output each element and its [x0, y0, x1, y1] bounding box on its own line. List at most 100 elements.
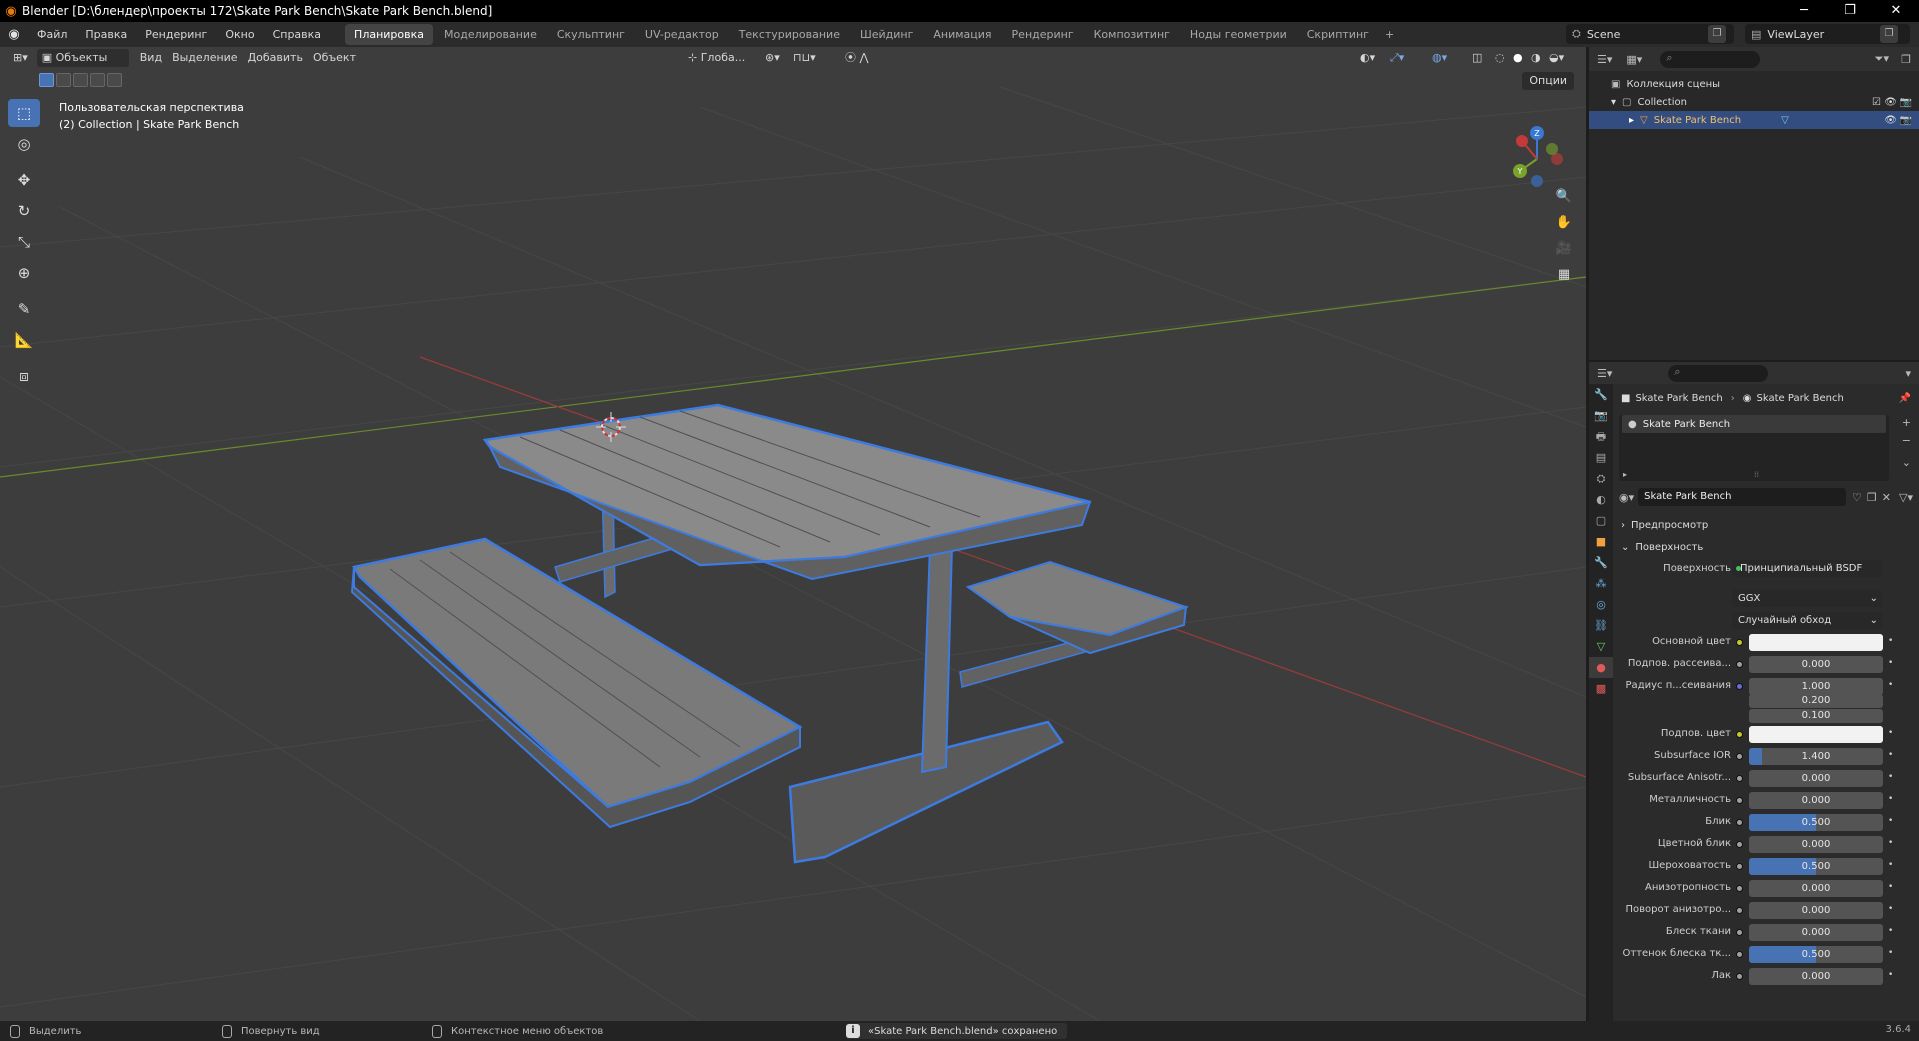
rendered-shading-icon[interactable]: ◒▾ [1544, 49, 1569, 67]
keyframe-dot-icon[interactable]: • [1888, 794, 1893, 804]
workspace-tab-geometry-nodes[interactable]: Ноды геометрии [1181, 24, 1296, 45]
socket-dot-icon[interactable] [1736, 885, 1743, 892]
expand-object-icon[interactable]: ▸ [1629, 115, 1634, 126]
new-collection-icon[interactable]: ❐ [1901, 53, 1911, 66]
workspace-tab-uv[interactable]: UV-редактор [636, 24, 728, 45]
display-mode-icon[interactable]: ▦▾ [1626, 53, 1642, 66]
subsurface-method-dropdown[interactable]: Случайный обход ⌄ [1732, 612, 1882, 629]
outliner-search-input[interactable]: ⌕ [1660, 50, 1761, 68]
minimize-button[interactable]: ─ [1781, 0, 1827, 22]
list-resize-grip-icon[interactable]: ⁞⁞ [1754, 470, 1759, 479]
properties-editor-type-icon[interactable]: ☰▾ [1597, 367, 1612, 380]
close-button[interactable]: ✕ [1873, 0, 1919, 22]
transform-tool-icon[interactable]: ⊕ [8, 259, 40, 287]
outliner-editor-type-icon[interactable]: ☰▾ [1597, 53, 1612, 66]
value-slider[interactable]: 0.000 [1749, 924, 1883, 941]
transform-orientation-dropdown[interactable]: ⊹ Глоба... [683, 49, 750, 67]
workspace-tab-modeling[interactable]: Моделирование [435, 24, 546, 45]
keyframe-dot-icon[interactable]: • [1888, 680, 1893, 690]
menu-select[interactable]: Выделение [167, 49, 243, 67]
exclude-checkbox-icon[interactable]: ☑ [1872, 97, 1881, 108]
keyframe-dot-icon[interactable]: • [1888, 838, 1893, 848]
cursor-tool-icon[interactable]: ◎ [8, 130, 40, 158]
select-new-mode-icon[interactable] [39, 73, 54, 87]
select-invert-mode-icon[interactable] [90, 73, 105, 87]
snap-icon[interactable]: ⊓⊔▾ [788, 49, 821, 67]
wireframe-shading-icon[interactable]: ◌ [1490, 49, 1510, 67]
value-slider[interactable]: 0.000 [1749, 770, 1883, 787]
keyframe-dot-icon[interactable]: • [1888, 926, 1893, 936]
fake-user-icon[interactable]: ♡ [1852, 491, 1862, 504]
collection-tab-icon[interactable]: ▢ [1589, 510, 1613, 531]
keyframe-dot-icon[interactable]: • [1888, 728, 1893, 738]
properties-options-icon[interactable]: ▾ [1905, 367, 1911, 380]
add-slot-icon[interactable]: + [1902, 416, 1911, 429]
keyframe-dot-icon[interactable]: • [1888, 882, 1893, 892]
move-tool-icon[interactable]: ✥ [8, 166, 40, 194]
visibility-icon[interactable]: ◐▾ [1355, 49, 1380, 67]
keyframe-dot-icon[interactable]: • [1888, 658, 1893, 668]
view-layer-tab-icon[interactable]: ▤ [1589, 447, 1613, 468]
object-visibility-eye-icon[interactable]: 👁 [1884, 115, 1897, 126]
keyframe-dot-icon[interactable]: • [1888, 636, 1893, 646]
perspective-grid-icon[interactable]: ▦ [1552, 267, 1576, 289]
workspace-tab-compositing[interactable]: Композитинг [1085, 24, 1179, 45]
material-shading-icon[interactable]: ◑ [1526, 49, 1546, 67]
proportional-edit-icon[interactable]: ⦿ ⋀ [840, 49, 874, 67]
panel-preview[interactable]: › Предпросмотр [1613, 514, 1919, 536]
value-slider[interactable]: 0.500 [1749, 946, 1883, 963]
browse-material-icon[interactable]: ◉▾ [1619, 491, 1634, 504]
socket-dot-icon[interactable] [1736, 951, 1743, 958]
color-swatch[interactable] [1749, 726, 1883, 743]
workspace-tab-sculpting[interactable]: Скульптинг [548, 24, 634, 45]
add-cube-tool-icon[interactable]: ⧈ [8, 362, 40, 390]
pin-icon[interactable]: 📌 [1899, 393, 1911, 404]
collection-visibility-eye-icon[interactable]: 👁 [1884, 97, 1897, 108]
keyframe-dot-icon[interactable]: • [1888, 970, 1893, 980]
particles-tab-icon[interactable]: ⁂ [1589, 573, 1613, 594]
gizmo-toggle-icon[interactable]: ⤢▾ [1385, 49, 1409, 67]
material-tab-icon[interactable]: ● [1589, 657, 1613, 678]
value-slider[interactable]: 0.100 [1749, 709, 1883, 723]
outliner-row-scene-collection[interactable]: ▣ Коллекция сцены [1589, 75, 1919, 93]
surface-shader-field[interactable]: Принципиальный BSDF [1732, 560, 1882, 577]
socket-dot-icon[interactable] [1736, 639, 1743, 646]
color-swatch[interactable] [1749, 634, 1883, 651]
add-workspace-button[interactable]: + [1379, 28, 1400, 41]
pan-hand-icon[interactable]: ✋ [1552, 215, 1576, 237]
link-type-icon[interactable]: ▽▾ [1899, 491, 1913, 504]
material-slot[interactable]: ● Skate Park Bench [1622, 415, 1886, 433]
slot-specials-icon[interactable]: ⌄ [1902, 456, 1911, 469]
value-slider[interactable]: 0.000 [1749, 880, 1883, 897]
blender-menu-icon[interactable]: ◉ [0, 27, 28, 42]
expand-collection-icon[interactable]: ▾ [1611, 97, 1616, 108]
select-extend-mode-icon[interactable] [56, 73, 71, 87]
workspace-tab-texture[interactable]: Текстурирование [730, 24, 849, 45]
workspace-tab-animation[interactable]: Анимация [924, 24, 1000, 45]
value-slider[interactable]: 0.000 [1749, 968, 1883, 985]
menu-object[interactable]: Объект [308, 49, 361, 67]
keyframe-dot-icon[interactable]: • [1888, 816, 1893, 826]
keyframe-dot-icon[interactable]: • [1888, 948, 1893, 958]
measure-tool-icon[interactable]: 📐 [8, 326, 40, 354]
socket-dot-icon[interactable] [1736, 775, 1743, 782]
physics-tab-icon[interactable]: ◎ [1589, 594, 1613, 615]
outliner-row-object[interactable]: ▸ ▽ Skate Park Bench ▽ 👁 📷 [1589, 111, 1919, 129]
menu-file[interactable]: Файл [28, 22, 76, 47]
material-slot-list[interactable]: ● Skate Park Bench ▸ ⁞⁞ [1619, 415, 1889, 481]
slot-expand-icon[interactable]: ▸ [1623, 470, 1627, 479]
camera-view-icon[interactable]: 🎥 [1552, 241, 1576, 263]
menu-view[interactable]: Вид [135, 49, 167, 67]
workspace-tab-rendering[interactable]: Рендеринг [1003, 24, 1083, 45]
menu-add[interactable]: Добавить [243, 49, 308, 67]
menu-render[interactable]: Рендеринг [136, 22, 216, 47]
workspace-tab-layout[interactable]: Планировка [345, 24, 434, 45]
material-name-field[interactable]: Skate Park Bench [1638, 488, 1847, 506]
socket-dot-icon[interactable] [1736, 753, 1743, 760]
value-slider[interactable]: 0.200 [1749, 694, 1883, 708]
socket-dot-icon[interactable] [1736, 907, 1743, 914]
value-slider[interactable]: 1.400 [1749, 748, 1883, 765]
duplicate-material-icon[interactable]: ❐ [1867, 491, 1877, 504]
menu-window[interactable]: Окно [216, 22, 263, 47]
workspace-tab-scripting[interactable]: Скриптинг [1298, 24, 1378, 45]
